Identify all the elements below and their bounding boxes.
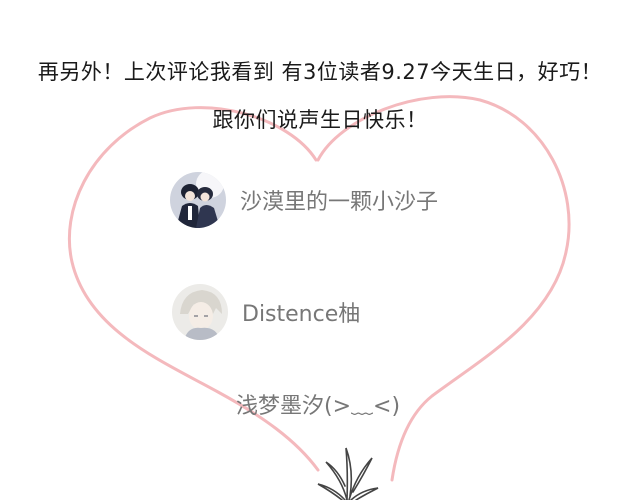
announcement-line-1: 再另外！上次评论我看到 有3位读者9.27今天生日，好巧！ [37, 60, 603, 84]
reader-entry: Distence柚 [172, 284, 360, 340]
reader-entry: 沙漠里的一颗小沙子 [170, 172, 438, 228]
plant-sketch-icon [317, 447, 379, 500]
birthday-panel: 再另外！上次评论我看到 有3位读者9.27今天生日，好巧！ 跟你们说声生日快乐！… [0, 0, 640, 500]
anime-boy-avatar [172, 284, 228, 340]
reader-name: 沙漠里的一颗小沙子 [240, 190, 439, 215]
anime-couple-avatar [170, 172, 226, 228]
reader-name: Distence柚 [242, 302, 361, 327]
announcement-line-2: 跟你们说声生日快乐！ [212, 108, 428, 132]
reader-name: 浅梦墨汐(>﹏<) [236, 394, 401, 419]
